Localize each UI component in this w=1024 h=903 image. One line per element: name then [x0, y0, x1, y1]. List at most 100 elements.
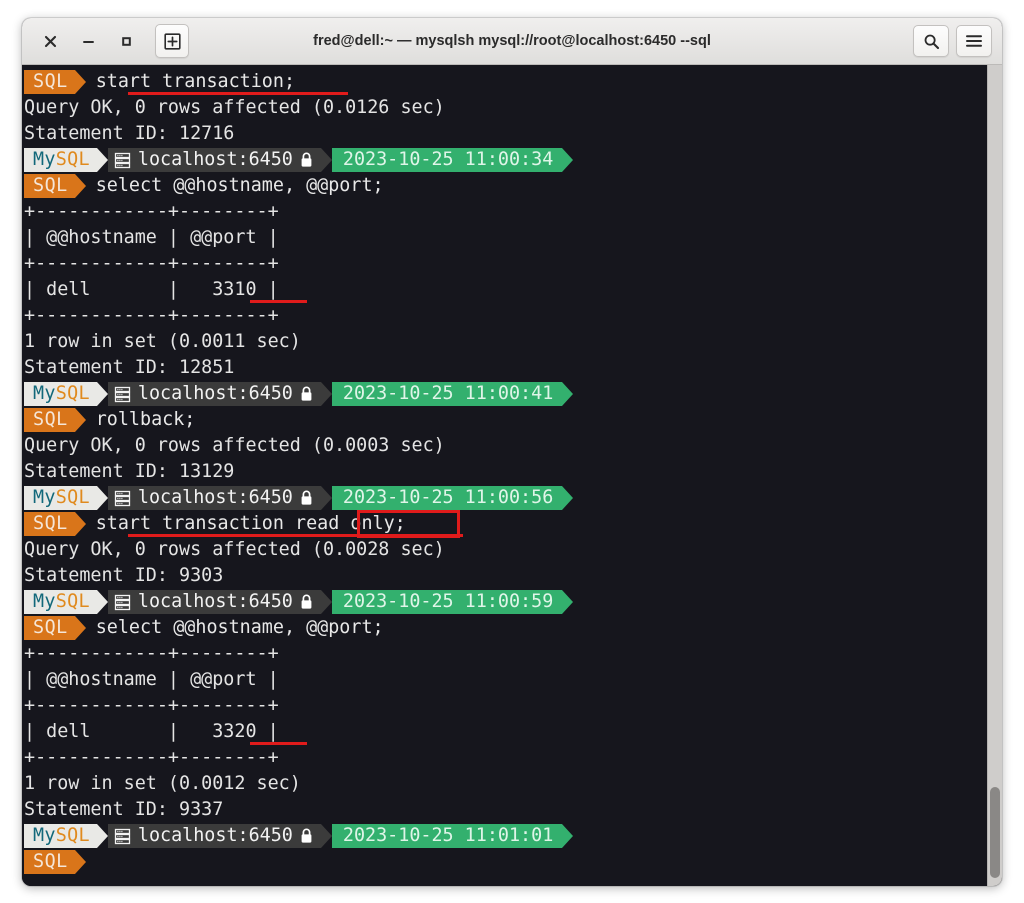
- host-badge: localhost:6450: [107, 590, 321, 614]
- mysql-brand-arrow: [96, 148, 108, 172]
- maximize-button[interactable]: [108, 25, 144, 57]
- terminal-output-line: +------------+--------+: [24, 693, 1002, 719]
- timestamp-arrow: [562, 590, 574, 614]
- sql-prompt-badge: SQL: [24, 408, 75, 432]
- sql-prompt-arrow: [74, 174, 86, 198]
- lock-icon: [301, 594, 312, 609]
- host-label: localhost:6450: [137, 825, 293, 846]
- terminal-output-line: | dell | 3320 |: [24, 719, 1002, 745]
- terminal-output-text: Statement ID: 13129: [24, 461, 235, 482]
- mysql-brand-sql: SQL: [55, 149, 90, 170]
- annotation-underline: [250, 300, 307, 303]
- screenshot-root: fred@dell:~ — mysqlsh mysql://root@local…: [0, 0, 1024, 903]
- sql-prompt-arrow: [74, 616, 86, 640]
- mysql-brand-badge: My SQL: [24, 486, 97, 510]
- sql-prompt-label: SQL: [33, 175, 68, 196]
- mysql-brand-label: My SQL: [24, 382, 97, 406]
- timestamp-badge: 2023-10-25 11:00:41: [331, 382, 563, 406]
- server-rack-icon: [114, 152, 131, 168]
- minimize-button[interactable]: [70, 25, 106, 57]
- terminal-output-line: +------------+--------+: [24, 641, 1002, 667]
- sql-prompt-label: SQL: [33, 409, 68, 430]
- terminal-output-text: +------------+--------+: [24, 695, 279, 716]
- terminal-output-text: | @@hostname | @@port |: [24, 669, 279, 690]
- mysql-brand-arrow: [96, 824, 108, 848]
- host-badge-arrow: [320, 382, 332, 406]
- maximize-icon: [121, 36, 131, 46]
- close-icon: [44, 35, 56, 47]
- sql-prompt-label: SQL: [33, 513, 68, 534]
- window-controls-right: [913, 25, 992, 57]
- terminal-sql-prompt-line: SQL rollback;: [24, 407, 1002, 433]
- mysql-brand-my: My: [33, 383, 56, 404]
- timestamp-label: 2023-10-25 11:00:41: [342, 383, 554, 404]
- terminal-output-line: Statement ID: 12716: [24, 121, 1002, 147]
- sql-prompt-arrow: [74, 850, 86, 874]
- timestamp-arrow: [562, 824, 574, 848]
- new-tab-icon: [163, 32, 181, 50]
- mysql-brand-label: My SQL: [24, 486, 97, 510]
- terminal-output-text: Statement ID: 12851: [24, 357, 235, 378]
- search-button[interactable]: [913, 25, 949, 57]
- timestamp-label: 2023-10-25 11:00:56: [342, 487, 554, 508]
- terminal-viewport[interactable]: SQL start transaction; Query OK, 0 rows af…: [22, 65, 1002, 886]
- terminal-window: fred@dell:~ — mysqlsh mysql://root@local…: [22, 18, 1002, 886]
- terminal-output-text: +------------+--------+: [24, 253, 279, 274]
- terminal-output-text: | @@hostname | @@port |: [24, 227, 279, 248]
- terminal-mysql-prompt-line: My SQL localhost:6450 2023-10-25 11:00:34: [24, 147, 1002, 173]
- server-rack-icon: [114, 594, 131, 610]
- terminal-output-line: Statement ID: 13129: [24, 459, 1002, 485]
- terminal-output-line: +------------+--------+: [24, 745, 1002, 771]
- mysql-brand-arrow: [96, 590, 108, 614]
- new-tab-button[interactable]: [155, 24, 189, 58]
- close-button[interactable]: [32, 25, 68, 57]
- terminal-output-line: Statement ID: 9303: [24, 563, 1002, 589]
- host-badge: localhost:6450: [107, 148, 321, 172]
- terminal-output-line: +------------+--------+: [24, 199, 1002, 225]
- terminal-output-text: +------------+--------+: [24, 747, 279, 768]
- mysql-brand-sql: SQL: [55, 825, 90, 846]
- terminal-output-text: 1 row in set (0.0012 sec): [24, 773, 301, 794]
- sql-prompt-label: SQL: [33, 851, 68, 872]
- terminal-output-line: Statement ID: 9337: [24, 797, 1002, 823]
- sql-prompt-label: SQL: [33, 617, 68, 638]
- hamburger-menu-icon: [966, 35, 982, 47]
- host-badge-arrow: [320, 486, 332, 510]
- sql-prompt-badge: SQL: [24, 70, 75, 94]
- terminal-output-text: | dell | 3320 |: [24, 721, 279, 742]
- menu-button[interactable]: [956, 25, 992, 57]
- mysql-brand-sql: SQL: [55, 383, 90, 404]
- mysql-brand-arrow: [96, 382, 108, 406]
- lock-icon: [301, 152, 312, 167]
- server-rack-icon: [114, 386, 131, 402]
- terminal-mysql-prompt-line: My SQL localhost:6450 2023-10-25 11:01:01: [24, 823, 1002, 849]
- terminal-output-line: +------------+--------+: [24, 303, 1002, 329]
- scrollbar-thumb[interactable]: [990, 787, 1000, 878]
- mysql-brand-sql: SQL: [55, 591, 90, 612]
- mysql-brand-label: My SQL: [24, 824, 97, 848]
- terminal-output-line: Query OK, 0 rows affected (0.0003 sec): [24, 433, 1002, 459]
- terminal-output-text: Statement ID: 9303: [24, 565, 224, 586]
- sql-prompt-arrow: [74, 70, 86, 94]
- terminal-command-text: select @@hostname, @@port;: [95, 617, 384, 638]
- mysql-brand-my: My: [33, 591, 56, 612]
- timestamp-label: 2023-10-25 11:01:01: [342, 825, 554, 846]
- mysql-brand-my: My: [33, 149, 56, 170]
- sql-prompt-badge: SQL: [24, 174, 75, 198]
- terminal-output-text: Query OK, 0 rows affected (0.0028 sec): [24, 539, 445, 560]
- mysql-brand-label: My SQL: [24, 590, 97, 614]
- host-badge: localhost:6450: [107, 824, 321, 848]
- host-badge-arrow: [320, 148, 332, 172]
- mysql-brand-sql: SQL: [55, 487, 90, 508]
- sql-prompt-badge: SQL: [24, 850, 75, 874]
- mysql-brand-badge: My SQL: [24, 824, 97, 848]
- minimize-icon: [82, 40, 94, 43]
- annotation-underline: [250, 742, 307, 745]
- timestamp-badge: 2023-10-25 11:01:01: [331, 824, 563, 848]
- terminal-scrollbar[interactable]: [987, 65, 1002, 886]
- mysql-brand-badge: My SQL: [24, 382, 97, 406]
- host-label: localhost:6450: [137, 487, 293, 508]
- host-label: localhost:6450: [137, 591, 293, 612]
- mysql-brand-my: My: [33, 825, 56, 846]
- sql-prompt-badge: SQL: [24, 616, 75, 640]
